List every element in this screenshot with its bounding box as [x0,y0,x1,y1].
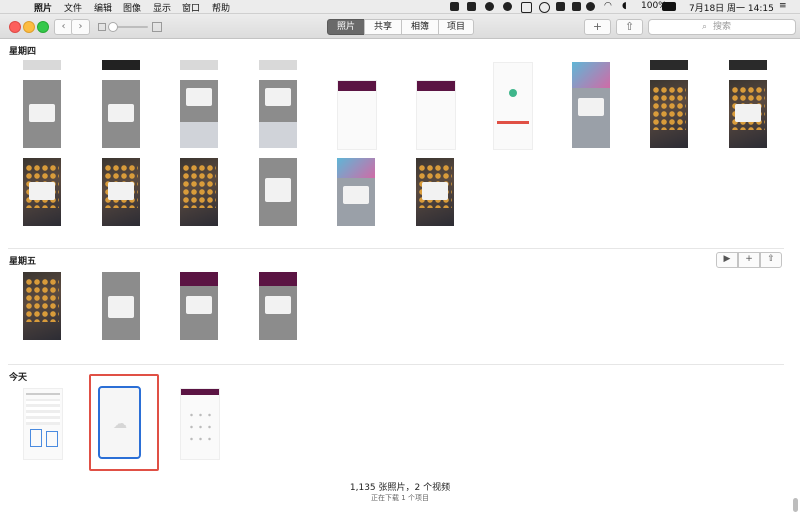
status-app-icon[interactable] [450,2,459,11]
vertical-scrollbar[interactable] [793,498,798,512]
photo-thumb[interactable] [180,158,218,226]
photo-thumb[interactable] [180,388,220,460]
section-divider [8,364,784,365]
photo-thumb[interactable] [102,158,140,226]
photo-thumb[interactable] [572,62,610,148]
minimize-window-button[interactable] [23,21,35,33]
menu-edit[interactable]: 编辑 [94,1,112,14]
small-thumbnail-icon [98,23,106,31]
photo-thumb[interactable] [23,388,63,460]
tab-shared[interactable]: 共享 [364,19,402,35]
photo-thumb[interactable] [23,80,61,148]
search-field[interactable]: ⌕ 搜索 [648,19,796,35]
photo-thumb[interactable] [180,272,218,340]
menu-app-name[interactable]: 照片 [34,1,52,14]
battery-icon[interactable] [662,2,676,11]
photo-thumb[interactable] [23,272,61,340]
photo-thumb[interactable] [416,158,454,226]
photo-thumb[interactable] [493,62,533,150]
status-x-icon[interactable] [503,2,512,11]
volume-icon[interactable]: ◖ [622,1,627,11]
add-to-icon[interactable]: + [738,252,760,268]
qq-icon[interactable] [586,2,595,11]
evernote-icon[interactable] [572,2,581,11]
clock[interactable]: 7月18日 周一 14:15 [689,1,774,14]
share-icon[interactable]: ⇧ [616,19,643,35]
photo-thumb[interactable] [23,60,61,70]
large-thumbnail-icon [152,22,162,32]
photo-thumb[interactable] [102,80,140,148]
photo-thumb[interactable] [729,60,767,70]
tab-projects[interactable]: 项目 [438,19,474,35]
add-button[interactable]: + [584,19,611,35]
search-icon: ⌕ [702,22,708,32]
photo-thumb[interactable] [650,80,688,148]
photo-thumb[interactable] [337,158,375,226]
photo-thumb[interactable] [23,158,61,226]
download-status: 正在下载 1 个项目 [371,494,429,502]
photo-thumb[interactable] [259,80,297,148]
photo-thumb[interactable] [180,60,218,70]
photo-thumb[interactable] [259,272,297,340]
cloud-icon: ☁ [113,416,127,432]
wifi-icon[interactable]: ◠ [604,1,612,11]
forward-button[interactable]: › [71,19,90,35]
zoom-slider-thumb[interactable] [108,22,118,32]
wechat-icon[interactable] [556,2,565,11]
menu-extras-icon[interactable]: ≡ [779,1,787,11]
zoom-window-button[interactable] [37,21,49,33]
photo-thumb[interactable] [337,80,377,150]
section-divider [8,248,784,249]
menu-help[interactable]: 帮助 [212,1,230,14]
tab-photos[interactable]: 照片 [327,19,365,35]
slideshow-play-icon[interactable]: ▶ [716,252,738,268]
library-summary: 1,135 张照片，2 个视频 [349,483,451,493]
photo-thumb[interactable] [416,80,456,150]
photo-thumb[interactable] [102,60,140,70]
photo-thumb[interactable] [650,60,688,70]
menu-bar: 照片 文件 编辑 图像 显示 窗口 帮助 ◠ ◖ 100% 7月18日 周一 1… [0,0,800,14]
photo-thumb[interactable] [259,60,297,70]
toolbar: ‹ › 照片 共享 相簿 项目 + ⇧ ⌕ 搜索 [0,14,800,39]
menu-view[interactable]: 显示 [153,1,171,14]
photo-thumb[interactable] [180,80,218,148]
group-share-icon[interactable]: ⇧ [760,252,782,268]
tab-albums[interactable]: 相簿 [401,19,439,35]
menu-window[interactable]: 窗口 [182,1,200,14]
airplane-icon[interactable] [521,2,532,13]
status-icon[interactable] [485,2,494,11]
section-title-friday: 星期五 [9,257,37,267]
photo-thumb[interactable] [729,80,767,148]
refresh-icon[interactable] [539,2,550,13]
photo-thumb[interactable] [102,272,140,340]
section-title-today: 今天 [9,373,28,383]
section-title-thursday: 星期四 [9,47,37,57]
photo-thumb[interactable] [259,158,297,226]
camera-icon[interactable] [467,2,476,11]
menu-image[interactable]: 图像 [123,1,141,14]
menu-file[interactable]: 文件 [64,1,82,14]
search-placeholder: 搜索 [713,22,732,32]
close-window-button[interactable] [9,21,21,33]
